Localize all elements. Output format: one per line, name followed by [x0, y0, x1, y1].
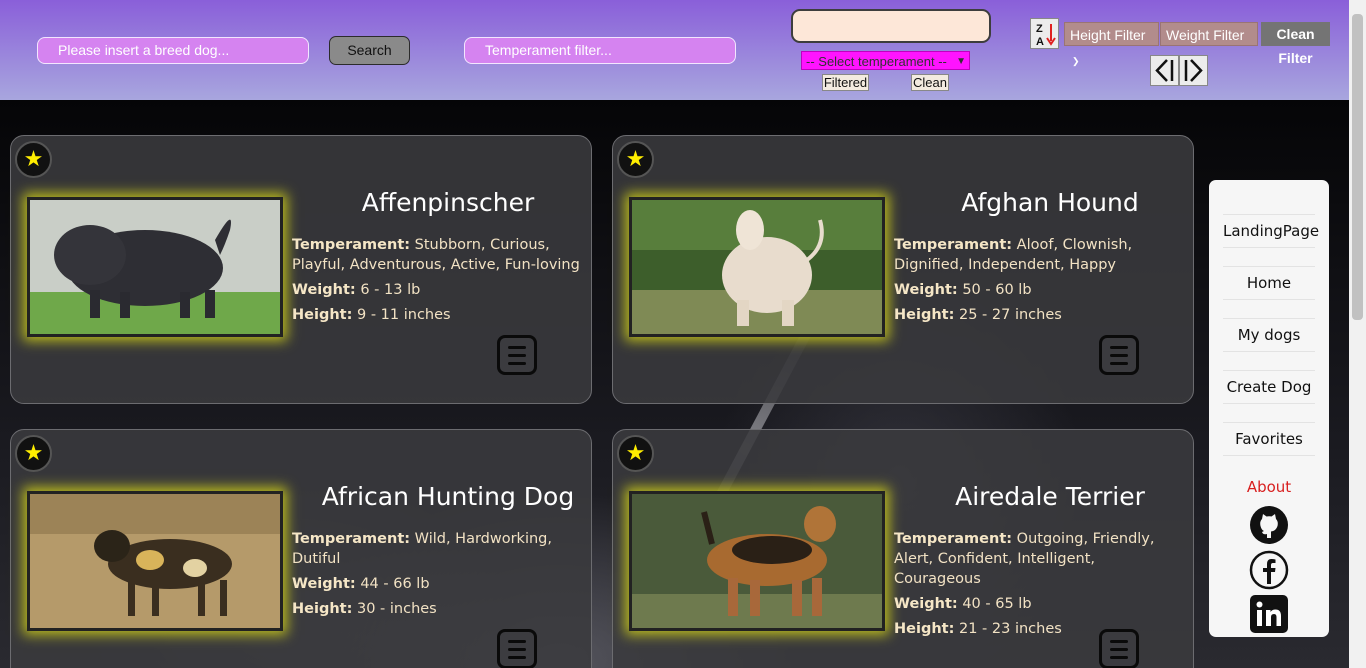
- height-filter-select[interactable]: Height Filter ❯: [1064, 22, 1159, 66]
- temperament-select[interactable]: -- Select temperament -- ▼: [801, 51, 970, 70]
- dog-card[interactable]: ★ Afghan Hound Temperament: Aloof, Clown…: [612, 135, 1194, 404]
- clean-filter-button[interactable]: Clean Filter: [1261, 22, 1330, 66]
- dog-info: Temperament: Stubborn, Curious, Playful,…: [292, 235, 582, 330]
- nav-my-dogs[interactable]: My dogs: [1223, 318, 1315, 352]
- dog-card[interactable]: ★ Airedale Terrier Temperament: Outgoing…: [612, 429, 1194, 668]
- detail-button[interactable]: [1099, 629, 1139, 668]
- sort-za-icon: Z A: [1036, 23, 1056, 48]
- height-value: 21 - 23 inches: [958, 621, 1062, 637]
- weight-value: 50 - 60 lb: [962, 282, 1032, 298]
- dog-name: Afghan Hound: [961, 188, 1139, 217]
- star-icon: ★: [625, 440, 646, 466]
- side-navigation: LandingPage Home My dogs Create Dog Favo…: [1209, 180, 1329, 637]
- dog-image: [629, 197, 885, 337]
- height-label: Height:: [292, 601, 353, 617]
- search-button[interactable]: Search: [329, 36, 410, 65]
- breed-search-input[interactable]: Please insert a breed dog...: [37, 37, 309, 64]
- temperament-filter-input[interactable]: Temperament filter...: [464, 37, 736, 64]
- height-label: Height:: [894, 621, 955, 637]
- top-bar: Please insert a breed dog... Search Temp…: [0, 0, 1349, 100]
- nav-create-dog[interactable]: Create Dog: [1223, 370, 1315, 404]
- chevron-down-icon: ❯: [1072, 56, 1080, 66]
- dog-name: African Hunting Dog: [321, 482, 575, 511]
- dog-info: Temperament: Aloof, Clownish, Dignified,…: [894, 235, 1184, 330]
- weight-label: Weight:: [292, 576, 356, 592]
- menu-icon: [508, 345, 526, 349]
- dog-info: Temperament: Outgoing, Friendly, Alert, …: [894, 529, 1184, 644]
- weight-label: Weight:: [894, 596, 958, 612]
- svg-text:Z: Z: [1036, 23, 1043, 35]
- temperament-label: Temperament:: [894, 531, 1013, 547]
- dog-info: Temperament: Wild, Hardworking, Dutiful …: [292, 529, 582, 624]
- menu-icon: [1110, 345, 1128, 349]
- height-value: 9 - 11 inches: [356, 307, 451, 323]
- favorite-star-button[interactable]: ★: [617, 141, 654, 178]
- dog-name: Airedale Terrier: [955, 482, 1145, 511]
- temperament-label: Temperament:: [894, 237, 1013, 253]
- sort-az-button[interactable]: Z A: [1030, 18, 1059, 49]
- weight-label: Weight:: [292, 282, 356, 298]
- favorite-star-button[interactable]: ★: [15, 141, 52, 178]
- dog-image: [27, 197, 283, 337]
- dog-card[interactable]: ★ Affenpinscher Temperament: Stubborn, C…: [10, 135, 592, 404]
- weight-label: Weight:: [894, 282, 958, 298]
- menu-icon: [508, 639, 526, 643]
- weight-filter-label: Weight Filter: [1166, 27, 1245, 43]
- temperament-label: Temperament:: [292, 237, 411, 253]
- detail-button[interactable]: [1099, 335, 1139, 375]
- temperament-select-value: -- Select temperament --: [806, 54, 947, 69]
- chevron-left-icon: [1155, 59, 1174, 82]
- detail-button[interactable]: [497, 629, 537, 668]
- selected-temperaments-box[interactable]: [791, 9, 991, 43]
- facebook-link[interactable]: [1249, 550, 1289, 590]
- chevron-right-icon: [1184, 59, 1203, 82]
- favorite-star-button[interactable]: ★: [15, 435, 52, 472]
- linkedin-icon: [1250, 595, 1288, 633]
- nav-favorites[interactable]: Favorites: [1223, 422, 1315, 456]
- nav-home[interactable]: Home: [1223, 266, 1315, 300]
- weight-value: 6 - 13 lb: [360, 282, 421, 298]
- nav-landing-page[interactable]: LandingPage: [1223, 214, 1319, 248]
- height-label: Height:: [292, 307, 353, 323]
- weight-value: 44 - 66 lb: [360, 576, 430, 592]
- github-icon: [1250, 506, 1288, 544]
- star-icon: ★: [23, 146, 44, 172]
- about-link[interactable]: About: [1209, 478, 1329, 496]
- chevron-down-icon: ▼: [956, 56, 966, 67]
- filtered-button[interactable]: Filtered: [822, 74, 869, 91]
- github-link[interactable]: [1249, 505, 1289, 545]
- height-value: 30 - inches: [356, 601, 437, 617]
- menu-icon: [1110, 639, 1128, 643]
- dog-card[interactable]: ★ African Hunting Dog Temperament: Wild,…: [10, 429, 592, 668]
- linkedin-link[interactable]: [1249, 594, 1289, 634]
- dog-image: [27, 491, 283, 631]
- dog-image: [629, 491, 885, 631]
- height-label: Height:: [894, 307, 955, 323]
- scrollbar-thumb[interactable]: [1352, 14, 1363, 320]
- favorite-star-button[interactable]: ★: [617, 435, 654, 472]
- star-icon: ★: [23, 440, 44, 466]
- temperament-label: Temperament:: [292, 531, 411, 547]
- weight-filter-select[interactable]: Weight Filter ❯: [1160, 22, 1258, 66]
- next-page-button[interactable]: [1179, 55, 1208, 86]
- clean-button[interactable]: Clean: [911, 74, 949, 91]
- svg-text:A: A: [1036, 36, 1044, 48]
- detail-button[interactable]: [497, 335, 537, 375]
- height-value: 25 - 27 inches: [958, 307, 1062, 323]
- prev-page-button[interactable]: [1150, 55, 1179, 86]
- star-icon: ★: [625, 146, 646, 172]
- dog-name: Affenpinscher: [361, 188, 535, 217]
- facebook-icon: [1249, 550, 1289, 590]
- height-filter-label: Height Filter: [1070, 27, 1146, 43]
- weight-value: 40 - 65 lb: [962, 596, 1032, 612]
